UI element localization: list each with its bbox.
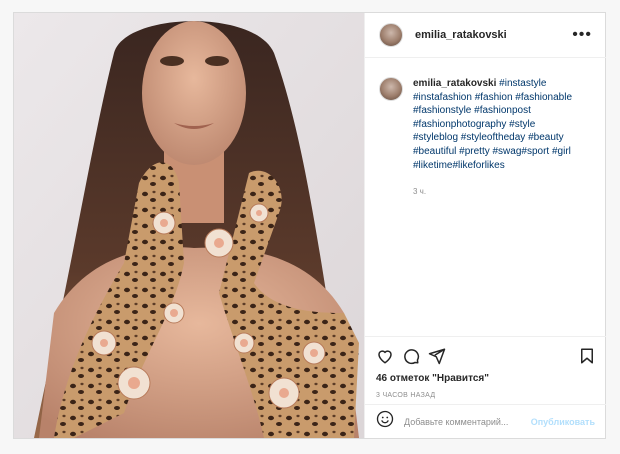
caption-hashtags-line-2[interactable]: #instafashion #fashion #fashionable xyxy=(413,92,572,103)
share-icon[interactable] xyxy=(428,347,446,365)
caption-hashtags-line-4[interactable]: #fashionphotography #style xyxy=(413,119,535,130)
bookmark-icon[interactable] xyxy=(578,347,596,365)
caption-hashtags-line-5[interactable]: #styleblog #styleoftheday #beauty xyxy=(413,132,564,143)
more-horizontal-icon[interactable]: ••• xyxy=(572,26,592,44)
caption-timestamp: 3 ч. xyxy=(413,187,427,197)
caption-hashtags-line-1[interactable]: #instastyle xyxy=(499,78,546,89)
post-actions: 46 отметок "Нравится" 3 ЧАСОВ НАЗАД xyxy=(365,336,606,399)
caption-text: emilia_ratakovski #instastyle #instafash… xyxy=(413,77,594,172)
caption-hashtags-line-3[interactable]: #fashionstyle #fashionpost xyxy=(413,105,531,116)
post-header: emilia_ratakovski ••• xyxy=(365,13,606,58)
comment-icon[interactable] xyxy=(402,347,420,365)
comment-input[interactable]: Добавьте комментарий... xyxy=(404,417,531,427)
avatar[interactable] xyxy=(379,23,403,47)
likes-count[interactable]: 46 отметок "Нравится" xyxy=(365,367,606,384)
comment-bar: Добавьте комментарий... Опубликовать xyxy=(365,404,606,438)
post-photo-illustration xyxy=(14,13,364,438)
post-sidebar: emilia_ratakovski ••• emilia_ratakovski … xyxy=(364,13,606,438)
caption-username[interactable]: emilia_ratakovski xyxy=(413,78,496,89)
action-icons xyxy=(365,337,606,367)
publish-button[interactable]: Опубликовать xyxy=(531,417,595,427)
caption-hashtags-line-6[interactable]: #beautiful #pretty #swag#sport #girl xyxy=(413,146,571,157)
post-age: 3 ЧАСОВ НАЗАД xyxy=(376,392,436,399)
post-author-username[interactable]: emilia_ratakovski xyxy=(415,29,572,41)
post-card: emilia_ratakovski ••• emilia_ratakovski … xyxy=(13,12,606,439)
emoji-icon[interactable] xyxy=(376,410,394,433)
caption-hashtags-line-7[interactable]: #liketime#likeforlikes xyxy=(413,160,505,171)
caption: emilia_ratakovski #instastyle #instafash… xyxy=(379,77,594,196)
post-photo[interactable] xyxy=(14,13,364,438)
caption-avatar[interactable] xyxy=(379,77,403,101)
heart-icon[interactable] xyxy=(376,347,394,365)
